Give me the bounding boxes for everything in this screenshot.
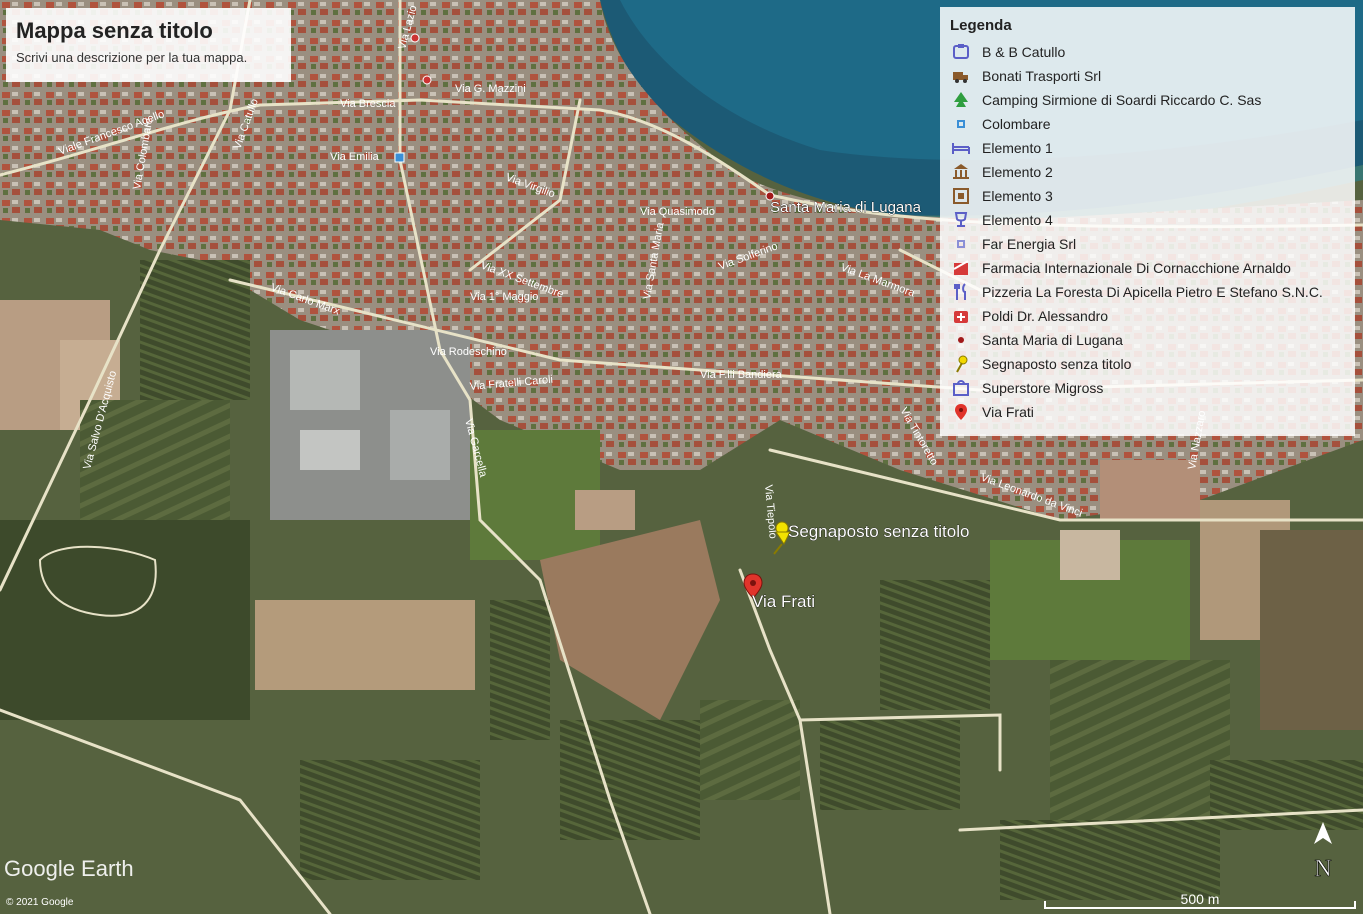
- legend-item-label: Superstore Migross: [982, 380, 1104, 396]
- truck-icon: [950, 67, 972, 85]
- road-label: Via Brescia: [340, 98, 396, 110]
- legend-item[interactable]: Bonati Trasporti Srl: [950, 64, 1345, 88]
- legend-item[interactable]: Farmacia Internazionale Di Cornacchione …: [950, 256, 1345, 280]
- bed-frame-icon: [950, 139, 972, 157]
- legend-item[interactable]: Pizzeria La Foresta Di Apicella Pietro E…: [950, 280, 1345, 304]
- road-label: Via G. Mazzini: [455, 83, 526, 95]
- copyright-text: © 2021 Google: [6, 897, 74, 908]
- first-aid-icon: [950, 307, 972, 325]
- legend-item-label: Elemento 2: [982, 164, 1053, 180]
- red-pin-icon: [950, 403, 972, 421]
- yellow-pushpin-icon: [950, 355, 972, 373]
- legend-item-label: B & B Catullo: [982, 44, 1066, 60]
- north-arrow-icon[interactable]: N: [1308, 820, 1338, 880]
- poldi-icon[interactable]: [422, 75, 432, 85]
- legend-item-label: Elemento 4: [982, 212, 1053, 228]
- tree-icon: [950, 91, 972, 109]
- legend-item[interactable]: Elemento 3: [950, 184, 1345, 208]
- small-square-icon: [950, 115, 972, 133]
- legend-list: B & B Catullo Bonati Trasporti Srl Camping…: [950, 40, 1345, 424]
- dot-icon: [950, 331, 972, 349]
- legend-item-label: Santa Maria di Lugana: [982, 332, 1123, 348]
- legend-item[interactable]: B & B Catullo: [950, 40, 1345, 64]
- legend-item[interactable]: Elemento 4: [950, 208, 1345, 232]
- legend-item-label: Far Energia Srl: [982, 236, 1077, 252]
- legend-item-label: Segnaposto senza titolo: [982, 356, 1132, 372]
- legend-item[interactable]: Superstore Migross: [950, 376, 1345, 400]
- north-label: N: [1314, 856, 1331, 880]
- legend-item-label: Via Frati: [982, 404, 1034, 420]
- colombare-icon[interactable]: [394, 152, 405, 163]
- road-label: Via F.lli Bandiera: [700, 369, 783, 381]
- fork-knife-icon: [950, 283, 972, 301]
- legend-item[interactable]: Poldi Dr. Alessandro: [950, 304, 1345, 328]
- map-description[interactable]: Scrivi una descrizione per la tua mappa.: [16, 50, 281, 65]
- farmacia-icon[interactable]: [410, 33, 420, 43]
- bed-icon: [950, 43, 972, 61]
- legend-panel: Legenda B & B Catullo Bonati Trasporti Sr…: [940, 7, 1355, 436]
- legend-item-label: Pizzeria La Foresta Di Apicella Pietro E…: [982, 284, 1323, 300]
- legend-heading: Legenda: [950, 17, 1012, 34]
- legend-item[interactable]: Colombare: [950, 112, 1345, 136]
- shopping-bag-icon: [950, 379, 972, 397]
- museum-icon: [950, 163, 972, 181]
- legend-item-label: Poldi Dr. Alessandro: [982, 308, 1109, 324]
- scale-bar: 500 m: [1044, 891, 1356, 911]
- legend-item[interactable]: Segnaposto senza titolo: [950, 352, 1345, 376]
- legend-item-label: Farmacia Internazionale Di Cornacchione …: [982, 260, 1291, 276]
- square-target-icon: [950, 187, 972, 205]
- map-title[interactable]: Mappa senza titolo: [16, 18, 281, 44]
- road-label: Via 1° Maggio: [470, 291, 538, 303]
- legend-item[interactable]: Santa Maria di Lugana: [950, 328, 1345, 352]
- road-label: Via Quasimodo: [640, 206, 715, 218]
- google-earth-watermark: Google Earth: [4, 856, 134, 881]
- map-title-card[interactable]: Mappa senza titolo Scrivi una descrizion…: [6, 8, 291, 82]
- legend-item[interactable]: Elemento 2: [950, 160, 1345, 184]
- legend-item[interactable]: Camping Sirmione di Soardi Riccardo C. S…: [950, 88, 1345, 112]
- legend-item-label: Bonati Trasporti Srl: [982, 68, 1102, 84]
- road-label: Via Rodeschino: [430, 346, 507, 358]
- legend-item[interactable]: Via Frati: [950, 400, 1345, 424]
- scale-bar-line: [1044, 901, 1356, 909]
- segnaposto-label: Segnaposto senza titolo: [788, 522, 969, 541]
- legend-item[interactable]: Far Energia Srl: [950, 232, 1345, 256]
- road-label: Via Emilia: [330, 151, 380, 163]
- legend-item-label: Colombare: [982, 116, 1051, 132]
- legend-item-label: Camping Sirmione di Soardi Riccardo C. S…: [982, 92, 1262, 108]
- legend-item-label: Elemento 3: [982, 188, 1053, 204]
- santa-maria-label: Santa Maria di Lugana: [770, 199, 922, 216]
- legend-item[interactable]: Elemento 1: [950, 136, 1345, 160]
- via-frati-label: Via Frati: [752, 592, 815, 611]
- small-square-icon: [950, 235, 972, 253]
- legend-item-label: Elemento 1: [982, 140, 1053, 156]
- pharmacy-icon: [950, 259, 972, 277]
- trophy-icon: [950, 211, 972, 229]
